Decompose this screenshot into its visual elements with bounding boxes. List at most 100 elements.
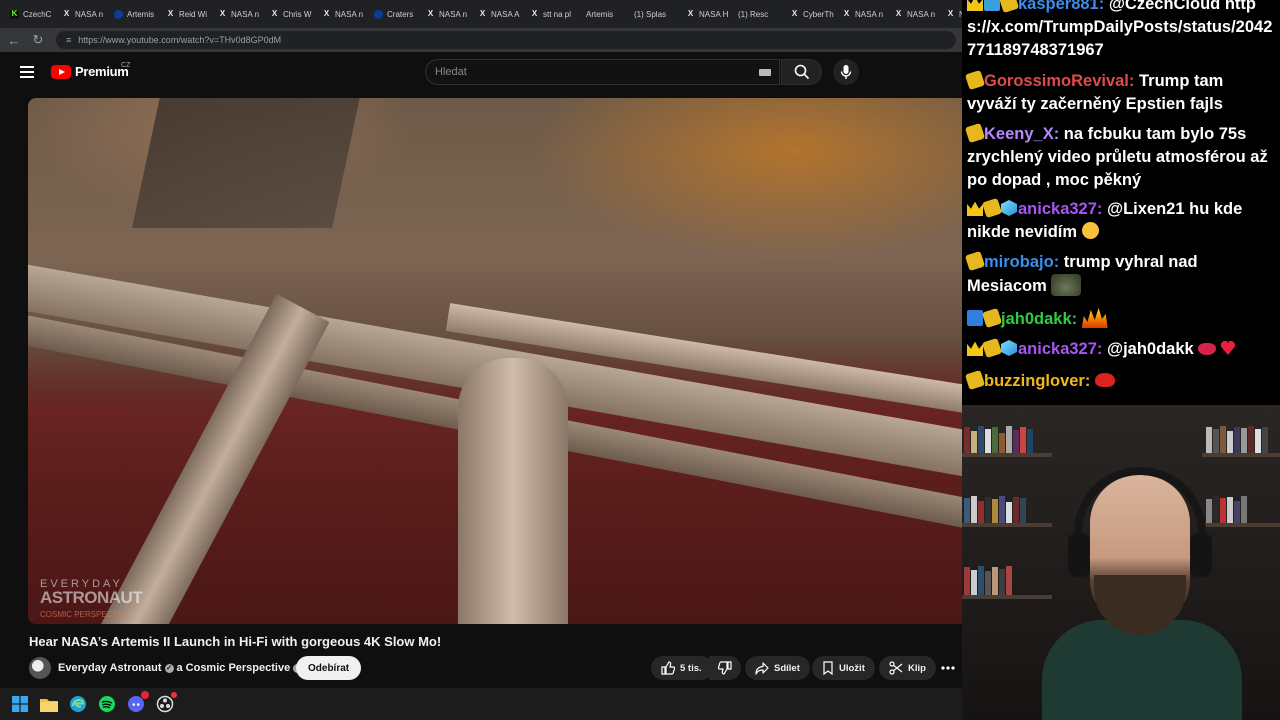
browser-tab[interactable]: XNA (942, 4, 962, 24)
x-icon: X (219, 9, 226, 18)
video-player[interactable]: EVERYDAY ASTRONAUT COSMIC PERSPECTIVE (28, 98, 962, 624)
browser-tab[interactable]: X CyberTh (786, 4, 838, 24)
browser-tab-label: Chris W (283, 9, 312, 19)
youtube-play-icon (51, 64, 71, 79)
search-button[interactable] (781, 59, 822, 85)
chat-username[interactable]: anicka327 (1018, 340, 1097, 358)
site-info-icon[interactable]: ≡ (66, 35, 71, 45)
browser-tab-label: Reid Wi (179, 9, 208, 19)
browser-tab[interactable]: Xstt na pl (526, 4, 578, 24)
browser-tab[interactable]: X NASA n (890, 4, 942, 24)
share-button[interactable]: Sdílet (745, 656, 810, 680)
chat-message: anicka327: @jah0dakk (967, 337, 1277, 361)
browser-tab-label: NASA n (75, 9, 104, 19)
chat-username[interactable]: Keeny_X (984, 125, 1054, 143)
browser-tab[interactable]: Artemis (578, 4, 630, 24)
chat-username[interactable]: GorossimoRevival (984, 72, 1129, 90)
bookshelf-shape (1202, 453, 1280, 457)
clip-button[interactable]: Klip (879, 656, 936, 680)
save-label: Uložit (839, 662, 865, 674)
like-button[interactable]: 5 tis. (651, 656, 713, 680)
chat-username[interactable]: jah0dakk (1001, 310, 1072, 328)
browser-tab-label: NASA n (907, 9, 936, 19)
reload-icon[interactable]: ↻ (28, 30, 48, 50)
browser-tab[interactable]: Artemis (110, 4, 162, 24)
browser-tab[interactable]: X NASA n (318, 4, 370, 24)
crown-badge-icon (967, 341, 983, 356)
region-code: CZ (121, 62, 131, 69)
browser-tab[interactable]: (1) Resc (734, 4, 786, 24)
dislike-button[interactable] (709, 656, 741, 680)
browser-tab-label: Craters (387, 9, 414, 19)
browser-tab[interactable]: X NASA H (682, 4, 734, 24)
windows-taskbar (0, 688, 962, 720)
browser-tab[interactable]: (1) Splas (630, 4, 682, 24)
lips-emoji-icon (1198, 343, 1217, 355)
fire-emote-icon (1081, 308, 1108, 328)
browser-tab[interactable]: K CzechC (6, 4, 58, 24)
browser-tab[interactable]: X NASA n (58, 4, 110, 24)
share-icon (755, 662, 769, 675)
books-shape (1206, 425, 1268, 453)
chat-message: kasper881: @CzechCloud https://x.com/Tru… (967, 0, 1277, 62)
person-torso (1042, 620, 1242, 720)
subscribe-button[interactable]: Odebírat (296, 656, 362, 680)
browser-tab-label: NASA H (699, 9, 729, 19)
browser-tab-label: Artemis (127, 9, 155, 19)
chat-message: buzzinglover: (964, 369, 1277, 393)
browser-tab[interactable]: X NASA n (838, 4, 890, 24)
chat-message: GorossimoRevival: Trump tam vyváží ty za… (964, 69, 1277, 116)
coin-badge-icon (964, 122, 986, 144)
books-shape (964, 565, 1012, 595)
keyboard-icon[interactable] (759, 69, 771, 76)
chat-message: anicka327: @Lixen21 hu kde nikde nevidím (967, 197, 1277, 244)
back-icon[interactable]: ← (4, 30, 24, 50)
youtube-logo[interactable]: Premium (51, 64, 129, 79)
browser-tab-label: NASA A (491, 9, 520, 19)
windows-start-icon[interactable] (10, 694, 30, 714)
chat-username[interactable]: buzzinglover (984, 372, 1085, 390)
browser-tab[interactable]: X NASA A (474, 4, 526, 24)
browser-tab[interactable]: X NASA n (422, 4, 474, 24)
like-count: 5 tis. (680, 662, 702, 674)
spotify-icon[interactable] (97, 694, 117, 714)
file-explorer-icon[interactable] (39, 694, 59, 714)
channel-name-primary[interactable]: Everyday Astronaut (58, 662, 162, 674)
chat-username[interactable]: kasper881 (1018, 0, 1099, 13)
browser-tab[interactable]: X NASA n (214, 4, 266, 24)
browser-tab[interactable]: Craters (370, 4, 422, 24)
browser-tab[interactable]: X Reid Wi (162, 4, 214, 24)
browser-tab-label: NASA n (855, 9, 884, 19)
chat-message: Keeny_X: na fcbuku tam bylo 75s zrychlen… (964, 122, 1277, 192)
chat-username[interactable]: mirobajo (984, 253, 1054, 271)
more-actions-button[interactable] (934, 656, 962, 680)
x-icon: X (947, 9, 954, 18)
more-horizontal-icon (941, 666, 955, 670)
x-icon: X (427, 9, 434, 18)
save-button[interactable]: Uložit (812, 656, 875, 680)
headset-earcup (1190, 533, 1212, 577)
books-shape (1206, 495, 1247, 523)
search-input[interactable] (435, 66, 735, 78)
edge-browser-icon[interactable] (68, 694, 88, 714)
menu-icon[interactable] (20, 66, 34, 78)
channel-avatar[interactable] (29, 657, 51, 679)
streamer-webcam (962, 405, 1280, 720)
chat-username[interactable]: anicka327 (1018, 200, 1097, 218)
voice-search-button[interactable] (833, 59, 859, 85)
headset-icon (1074, 467, 1206, 567)
obs-icon[interactable] (155, 692, 177, 714)
channel-name-secondary[interactable]: Cosmic Perspective (186, 662, 291, 674)
launch-tower-shape (132, 98, 364, 228)
coin-badge-icon (964, 69, 986, 91)
browser-tab-label: NASA n (335, 9, 364, 19)
channel-name[interactable]: Everyday Astronaut ✓ a Cosmic Perspectiv… (58, 662, 303, 674)
youtube-header: Premium CZ (0, 52, 962, 92)
discord-icon[interactable] (126, 691, 149, 714)
browser-tab[interactable]: X Chris W (266, 4, 318, 24)
chat-colon: : (1084, 372, 1091, 390)
youtube-page: Premium CZ EVERYDAY ASTRONAUT COSMIC PER… (0, 52, 962, 688)
address-bar[interactable]: ≡ https://www.youtube.com/watch?v=THv0d8… (56, 31, 956, 49)
chat-text: @jah0dakk (1102, 340, 1194, 358)
share-label: Sdílet (774, 662, 800, 674)
